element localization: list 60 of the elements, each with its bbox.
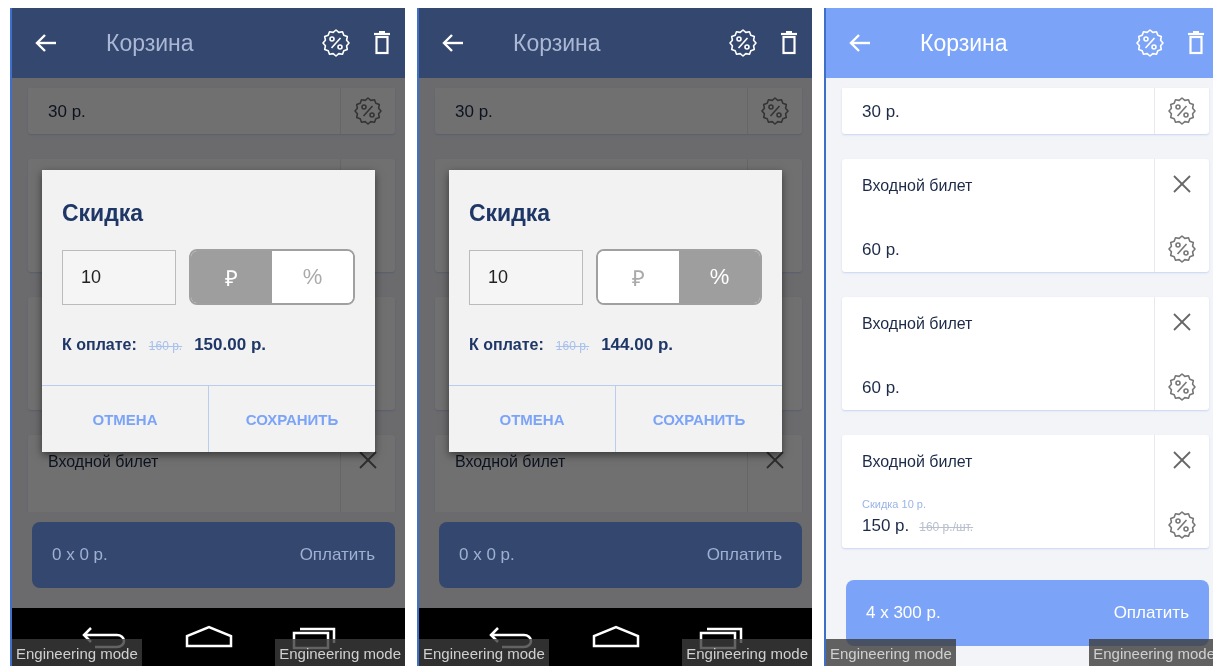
pay-label: Оплатить [706,545,782,565]
screen-title: Корзина [513,29,602,57]
item-name: Входной билет [862,453,974,471]
item-name: Входной билет [862,315,974,333]
save-button[interactable]: СОХРАНИТЬ [615,386,782,452]
engineering-mode-label: Engineering mode [826,639,956,666]
old-total: 160 р. [555,339,590,353]
cancel-button[interactable]: ОТМЕНА [42,386,208,452]
item-name: Входной билет [48,453,160,471]
total-label: К оплате: [469,336,544,354]
discount-icon[interactable] [1167,510,1197,540]
save-button[interactable]: СОХРАНИТЬ [208,386,375,452]
cart-summary: 0 x 0 р. [52,545,108,565]
unit-option[interactable]: % [679,251,760,303]
engineering-mode-label: Engineering mode [682,639,812,666]
old-price: 160 р./шт. [919,520,974,534]
unit-option[interactable]: ₽ [191,251,272,303]
new-total: 150.00 р. [194,335,266,355]
dialog-title: Скидка [62,200,145,227]
item-price: 60 р. [862,240,900,260]
item-name: Входной билет [862,177,974,195]
cart-summary: 0 x 0 р. [459,545,515,565]
discount-input-field[interactable]: 10 [469,249,583,305]
item-price: 30 р. [862,102,900,122]
discount-note: Скидка 10 р. [862,498,927,510]
back-arrow-icon[interactable] [441,33,465,53]
pay-button[interactable]: 4 x 300 р. Оплатить [846,580,1209,646]
discount-icon[interactable] [1167,372,1197,402]
new-total: 144.00 р. [601,335,673,355]
dialog-title: Скидка [469,200,552,227]
item-price: 150 р. [862,516,910,536]
screen-title: Корзина [106,29,195,57]
pay-label: Оплатить [1113,603,1189,623]
item-price: 30 р. [48,102,86,122]
engineering-mode-label: Engineering mode [419,639,549,666]
total-label: К оплате: [62,336,137,354]
item-price: 60 р. [862,378,900,398]
engineering-mode-label: Engineering mode [12,639,142,666]
engineering-mode-label: Engineering mode [275,639,405,666]
item-price: 30 р. [455,102,493,122]
home-icon[interactable] [183,624,234,650]
unit-toggle[interactable]: ₽ % [596,249,762,305]
pay-button[interactable]: 0 x 0 р. Оплатить [32,522,395,588]
pay-label: Оплатить [299,545,375,565]
old-total: 160 р. [148,339,183,353]
cart-summary: 4 x 300 р. [866,603,941,623]
discount-input-field[interactable]: 10 [62,249,176,305]
close-icon[interactable] [766,451,784,469]
item-name: Входной билет [455,453,567,471]
trash-icon[interactable] [780,31,798,55]
cancel-button[interactable]: ОТМЕНА [449,386,615,452]
unit-toggle[interactable]: ₽ % [189,249,355,305]
discount-icon[interactable] [1167,234,1197,264]
home-icon[interactable] [590,624,641,650]
trash-icon[interactable] [373,31,391,55]
pay-button[interactable]: 0 x 0 р. Оплатить [439,522,802,588]
close-icon[interactable] [359,451,377,469]
screen-title: Корзина [920,29,1009,57]
back-arrow-icon[interactable] [34,33,58,53]
discount-icon[interactable] [1167,96,1197,126]
